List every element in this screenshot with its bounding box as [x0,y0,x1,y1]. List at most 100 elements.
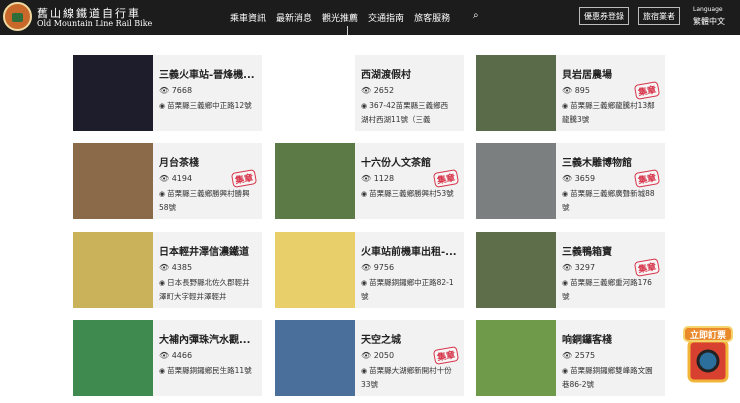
map-pin-icon: ◉ [361,102,368,110]
attraction-card[interactable]: 大補內彈珠汽水觀... 👁︎ 4466 ◉ 苗栗縣銅鑼鄉民生路11號 [73,320,262,396]
site-header: 舊山線鐵道自行車 Old Mountain Line Rail Bike 乘車資… [0,0,740,35]
eye-icon: 👁︎ [562,263,575,272]
stamp-badge: 集章 [633,169,661,188]
main-nav: 乘車資訊 最新消息 觀光推薦 交通指南 旅客服務 [230,11,450,24]
attraction-address: ◉ 苗栗縣三義鄉勝興村53號 [361,189,454,198]
stamp-badge: 集章 [633,258,661,277]
site-logo[interactable] [3,2,32,31]
attraction-image[interactable] [275,320,355,396]
attraction-address: ◉ 苗栗縣三義鄉廣聲新城88號 [562,189,655,212]
view-count: 👁︎ 4385 [159,263,193,272]
nav-sightseeing[interactable]: 觀光推薦 [322,11,358,24]
attraction-address: ◉ 日本長野縣北佐久郡輕井澤町大字輕井澤輕井 [159,278,250,301]
attraction-title[interactable]: 三義火車站-晉烽機... [159,66,257,81]
attraction-card[interactable]: 十六份人文茶館 👁︎ 1128 ◉ 苗栗縣三義鄉勝興村53號 集章 [275,143,464,219]
attraction-image[interactable] [73,55,153,131]
attraction-image[interactable] [73,232,153,308]
eye-icon: 👁︎ [361,86,374,95]
eye-icon: 👁︎ [361,174,374,183]
attraction-card[interactable]: 日本輕井澤信濃鐵道 👁︎ 4385 ◉ 日本長野縣北佐久郡輕井澤町大字輕井澤輕井 [73,232,262,308]
attraction-card[interactable]: 三義鴨箱寶 👁︎ 3297 ◉ 苗栗縣三義鄉重河路176號 集章 [476,232,665,308]
attraction-address: ◉ 苗栗縣銅鑼鄉中正路82-1號 [361,278,454,301]
attraction-title[interactable]: 天空之城 [361,331,459,346]
attraction-address: ◉ 苗栗縣三義鄉勝興村勝興58號 [159,189,250,212]
attraction-title[interactable]: 月台茶棧 [159,154,257,169]
map-pin-icon: ◉ [361,367,368,375]
attraction-image[interactable] [476,55,556,131]
nav-service[interactable]: 旅客服務 [414,11,450,24]
language-select[interactable]: 繁體中文 [693,16,725,27]
map-pin-icon: ◉ [562,367,569,375]
coupon-register-button[interactable]: 優惠券登錄 [579,7,629,25]
attraction-title[interactable]: 大補內彈珠汽水觀... [159,331,257,346]
attraction-title[interactable]: 貝岩居農場 [562,66,660,81]
attraction-card[interactable]: 天空之城 👁︎ 2050 ◉ 苗栗縣大湖鄉新開村十份33號 集章 [275,320,464,396]
map-pin-icon: ◉ [361,190,368,198]
map-pin-icon: ◉ [562,190,569,198]
map-pin-icon: ◉ [159,367,166,375]
stamp-badge: 集章 [230,169,258,188]
attraction-title[interactable]: 响銅鑼客棧 [562,331,660,346]
view-count: 👁︎ 7668 [159,86,193,95]
attraction-title[interactable]: 西湖渡假村 [361,66,459,81]
nav-active-indicator [347,26,348,35]
map-pin-icon: ◉ [361,279,368,287]
attraction-image[interactable] [275,143,355,219]
attraction-address: ◉ 苗栗縣銅鑼鄉民生路11號 [159,366,252,375]
attraction-card[interactable]: 三義木雕博物館 👁︎ 3659 ◉ 苗栗縣三義鄉廣聲新城88號 集章 [476,143,665,219]
view-count: 👁︎ 4466 [159,351,193,360]
book-ticket-button[interactable]: 立即訂票 [683,323,733,387]
attraction-title[interactable]: 三義木雕博物館 [562,154,660,169]
attraction-card[interactable]: 西湖渡假村 👁︎ 2652 ◉ 367-42苗栗縣三義鄉西湖村西湖11號（三義 [275,55,464,131]
view-count: 👁︎ 2050 [361,351,395,360]
eye-icon: 👁︎ [361,351,374,360]
view-count: 👁︎ 4194 [159,174,193,183]
eye-icon: 👁︎ [159,174,172,183]
eye-icon: 👁︎ [159,351,172,360]
eye-icon: 👁︎ [159,86,172,95]
attraction-card[interactable]: 貝岩居農場 👁︎ 895 ◉ 苗栗縣三義鄉龍騰村13鄰龍騰3號 集章 [476,55,665,131]
map-pin-icon: ◉ [159,102,166,110]
nav-transport[interactable]: 交通指南 [368,11,404,24]
attraction-address: ◉ 苗栗縣大湖鄉新開村十份33號 [361,366,452,389]
attraction-image[interactable] [73,320,153,396]
attraction-image[interactable] [476,143,556,219]
stamp-badge: 集章 [633,81,661,100]
stamp-badge: 集章 [432,169,460,188]
attraction-title[interactable]: 日本輕井澤信濃鐵道 [159,243,257,258]
view-count: 👁︎ 2652 [361,86,395,95]
eye-icon: 👁︎ [562,86,575,95]
attraction-card[interactable]: 响銅鑼客棧 👁︎ 2575 ◉ 苗栗縣銅鑼鄉雙峰路文園巷86-2號 [476,320,665,396]
view-count: 👁︎ 3297 [562,263,596,272]
map-pin-icon: ◉ [562,279,569,287]
nav-news[interactable]: 最新消息 [276,11,312,24]
attraction-address: ◉ 367-42苗栗縣三義鄉西湖村西湖11號（三義 [361,101,449,124]
attraction-card[interactable]: 三義火車站-晉烽機... 👁︎ 7668 ◉ 苗栗縣三義鄉中正路12號 [73,55,262,131]
eye-icon: 👁︎ [159,263,172,272]
attraction-image[interactable] [275,55,355,131]
search-icon[interactable]: ⌕ [473,10,479,21]
attraction-address: ◉ 苗栗縣三義鄉重河路176號 [562,278,652,301]
attraction-title[interactable]: 三義鴨箱寶 [562,243,660,258]
map-pin-icon: ◉ [562,102,569,110]
view-count: 👁︎ 2575 [562,351,596,360]
eye-icon: 👁︎ [562,351,575,360]
view-count: 👁︎ 3659 [562,174,596,183]
attraction-image[interactable] [476,320,556,396]
hotel-operator-button[interactable]: 旅宿業者 [638,7,680,25]
language-label: Language [693,6,723,13]
nav-ride-info[interactable]: 乘車資訊 [230,11,266,24]
attraction-image[interactable] [476,232,556,308]
attraction-card[interactable]: 火車站前機車出租-... 👁︎ 9756 ◉ 苗栗縣銅鑼鄉中正路82-1號 [275,232,464,308]
stamp-badge: 集章 [432,346,460,365]
attraction-card[interactable]: 月台茶棧 👁︎ 4194 ◉ 苗栗縣三義鄉勝興村勝興58號 集章 [73,143,262,219]
attraction-title[interactable]: 十六份人文茶館 [361,154,459,169]
attraction-image[interactable] [73,143,153,219]
attraction-image[interactable] [275,232,355,308]
attraction-title[interactable]: 火車站前機車出租-... [361,243,459,258]
brand-name-en[interactable]: Old Mountain Line Rail Bike [37,19,152,28]
view-count: 👁︎ 9756 [361,263,395,272]
svg-text:立即訂票: 立即訂票 [690,329,726,341]
attraction-address: ◉ 苗栗縣三義鄉中正路12號 [159,101,252,110]
view-count: 👁︎ 1128 [361,174,395,183]
